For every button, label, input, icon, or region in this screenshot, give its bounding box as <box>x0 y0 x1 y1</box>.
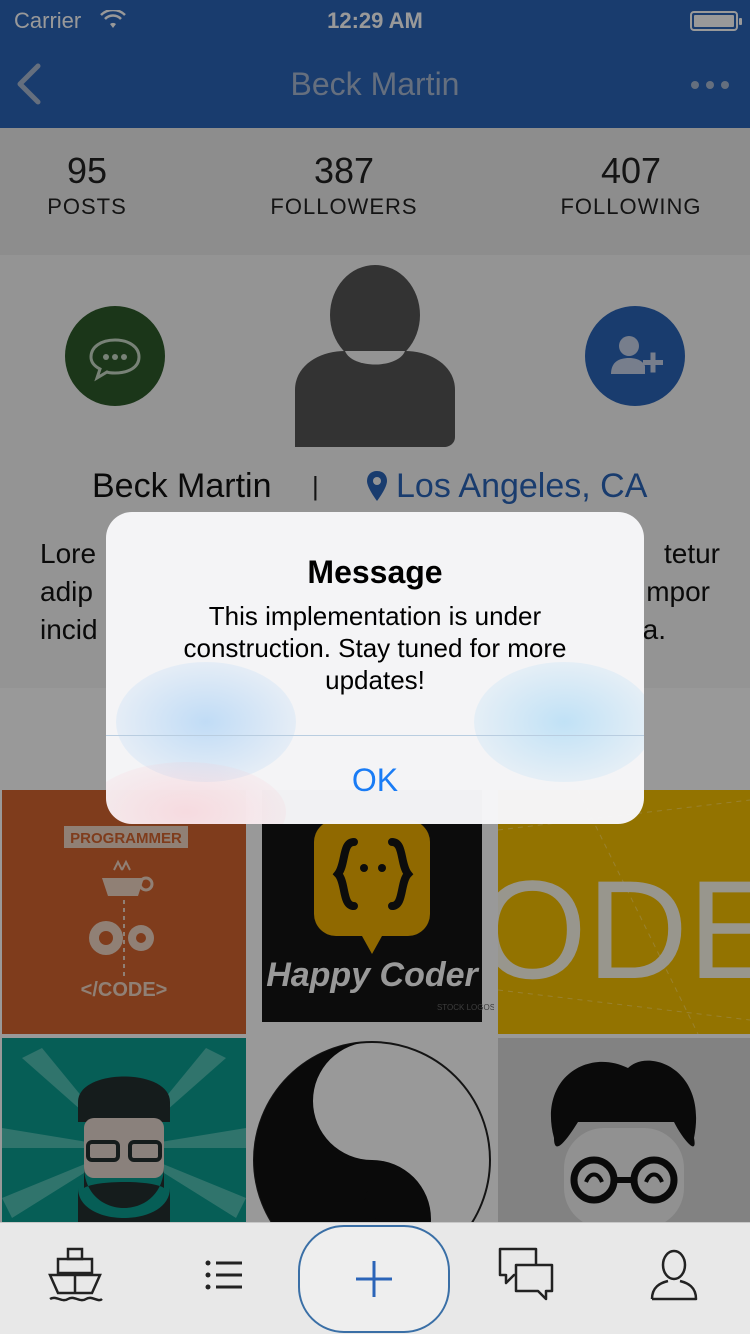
profile-screen: Carrier 12:29 AM Beck Martin 95 POSTS 38… <box>0 0 750 1334</box>
plus-icon <box>356 1261 392 1297</box>
tab-bar <box>0 1222 750 1334</box>
ship-icon[interactable] <box>46 1245 106 1305</box>
list-icon[interactable] <box>194 1245 254 1305</box>
user-icon[interactable] <box>644 1245 704 1305</box>
chat-icon[interactable] <box>496 1245 556 1305</box>
alert-ok-button[interactable]: OK <box>106 736 644 824</box>
add-post-button[interactable] <box>298 1225 450 1333</box>
alert-dialog: Message This implementation is under con… <box>106 512 644 824</box>
alert-title: Message <box>307 554 443 590</box>
alert-message: This implementation is under constructio… <box>183 601 567 695</box>
